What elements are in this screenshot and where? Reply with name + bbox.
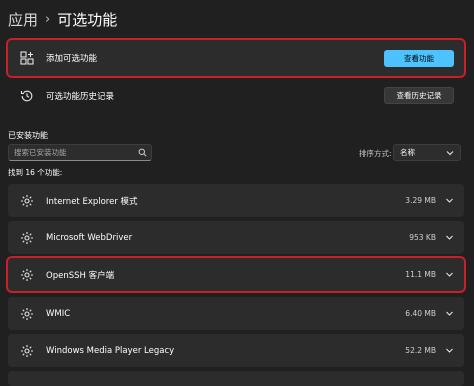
add-feature-label: 添加可选功能: [46, 54, 98, 64]
feature-name: Microsoft WebDriver: [46, 232, 133, 243]
feature-size: 52.2 MB: [405, 346, 436, 355]
feature-row[interactable]: Microsoft WebDriver 953 KB: [8, 221, 464, 254]
sort-dropdown[interactable]: 名称: [393, 144, 461, 161]
search-placeholder: 搜索已安装功能: [14, 148, 67, 157]
found-count: 找到 16 个功能:: [8, 168, 63, 177]
gear-icon: [20, 307, 34, 321]
add-feature-card: 添加可选功能 查看功能: [6, 38, 466, 78]
history-card: 可选功能历史记录 查看历史记录: [8, 83, 464, 109]
grid-plus-icon: [20, 51, 34, 65]
search-icon[interactable]: [137, 148, 147, 158]
feature-row[interactable]: Internet Explorer 模式 3.29 MB: [8, 184, 464, 217]
installed-section-title: 已安装功能: [8, 131, 48, 140]
chevron-down-icon[interactable]: [445, 196, 454, 205]
gear-icon: [20, 231, 34, 245]
feature-size: 11.1 MB: [405, 270, 436, 279]
history-label: 可选功能历史记录: [46, 92, 115, 102]
feature-size: 6.40 MB: [405, 309, 436, 318]
feature-row-highlighted[interactable]: OpenSSH 客户端 11.1 MB: [6, 256, 466, 293]
search-input[interactable]: 搜索已安装功能: [8, 144, 152, 161]
feature-name: WMIC: [46, 308, 71, 319]
sort-label: 排序方式:: [359, 149, 392, 158]
chevron-down-icon[interactable]: [445, 270, 454, 279]
feature-name: Internet Explorer 模式: [46, 196, 138, 207]
chevron-down-icon[interactable]: [445, 233, 454, 242]
feature-size: 953 KB: [409, 233, 436, 242]
page-title: 可选功能: [57, 11, 118, 29]
chevron-down-icon: [445, 148, 454, 157]
breadcrumb-separator: ›: [45, 12, 51, 27]
feature-row[interactable]: Windows Media Player Legacy 52.2 MB: [8, 334, 464, 367]
feature-name: Windows Media Player Legacy: [46, 345, 175, 356]
feature-size: 3.29 MB: [405, 196, 436, 205]
gear-icon: [20, 344, 34, 358]
feature-row[interactable]: WMIC 6.40 MB: [8, 297, 464, 330]
view-features-button[interactable]: 查看功能: [384, 50, 454, 67]
breadcrumb-apps[interactable]: 应用: [8, 8, 38, 32]
sort-value: 名称: [400, 148, 415, 157]
history-icon: [20, 89, 34, 103]
breadcrumb: 应用 › 可选功能: [8, 8, 117, 32]
feature-row-partial[interactable]: [8, 371, 464, 386]
gear-icon: [20, 268, 34, 282]
chevron-down-icon[interactable]: [445, 309, 454, 318]
feature-name: OpenSSH 客户端: [46, 270, 115, 281]
gear-icon: [20, 194, 34, 208]
view-history-button[interactable]: 查看历史记录: [384, 87, 454, 104]
chevron-down-icon[interactable]: [445, 346, 454, 355]
